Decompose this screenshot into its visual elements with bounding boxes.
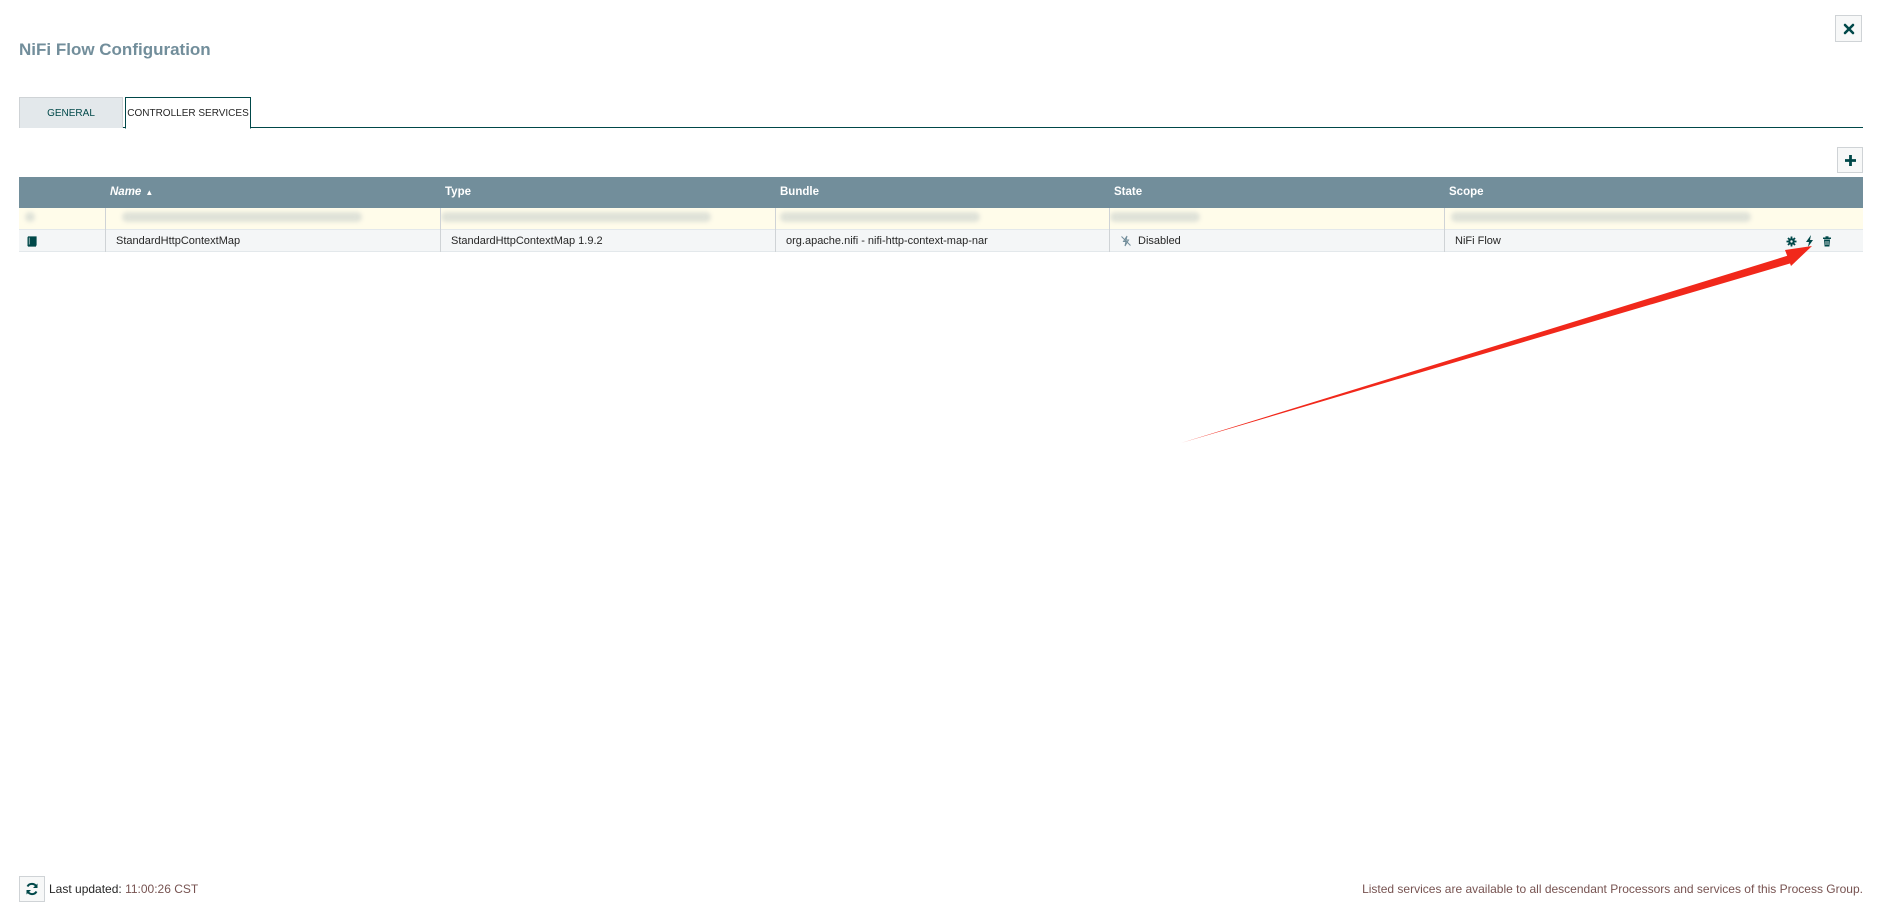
footer-note: Listed services are available to all des… [1362,882,1863,896]
refresh-button[interactable] [19,876,45,902]
state-cell [1109,208,1444,230]
column-header-bundle[interactable]: Bundle [775,177,1109,208]
column-header-icon [19,177,105,208]
row-icon-cell [19,230,105,252]
type-cell: StandardHttpContextMap 1.9.2 [440,230,775,252]
scope-cell [1444,208,1863,230]
add-controller-service-button[interactable] [1837,147,1863,173]
table-row-redacted[interactable] [19,208,1863,230]
last-updated-label: Last updated: [49,882,122,896]
controller-services-table: Name ▲ Type Bundle State Scope StandardH… [19,177,1863,252]
name-cell [105,208,440,230]
last-updated-time: 11:00:26 CST [125,882,199,896]
lightning-icon[interactable] [1803,235,1815,247]
gear-icon[interactable] [1785,235,1797,247]
tab-general[interactable]: GENERAL [19,97,123,128]
tab-bar: GENERAL CONTROLLER SERVICES [19,97,1863,129]
column-header-type[interactable]: Type [440,177,775,208]
disabled-icon [1121,235,1131,247]
name-cell: StandardHttpContextMap [105,230,440,252]
scope-label: NiFi Flow [1455,235,1501,247]
type-cell [440,208,775,230]
close-icon [1843,23,1854,34]
last-updated: Last updated: 11:00:26 CST [49,882,198,896]
state-label: Disabled [1138,235,1181,247]
page-title: NiFi Flow Configuration [19,40,211,59]
column-header-scope[interactable]: Scope [1444,177,1779,208]
column-header-state[interactable]: State [1109,177,1444,208]
state-cell: Disabled [1109,230,1444,252]
annotation-arrow [1181,246,1812,443]
tab-controller-services[interactable]: CONTROLLER SERVICES [125,97,251,129]
column-header-name[interactable]: Name ▲ [105,177,440,208]
row-icon-cell [19,208,105,230]
refresh-icon [26,882,38,896]
trash-icon[interactable] [1821,235,1833,247]
table-row[interactable]: StandardHttpContextMap StandardHttpConte… [19,230,1863,252]
bundle-cell: org.apache.nifi - nifi-http-context-map-… [775,230,1109,252]
scope-cell: NiFi Flow [1444,230,1863,252]
bundle-cell [775,208,1109,230]
column-header-name-label: Name [110,186,142,198]
row-actions [1785,230,1833,252]
book-icon [27,235,37,247]
close-button[interactable] [1835,15,1862,42]
table-header: Name ▲ Type Bundle State Scope [19,177,1863,208]
plus-icon [1844,154,1856,166]
sort-ascending-icon: ▲ [145,188,154,197]
